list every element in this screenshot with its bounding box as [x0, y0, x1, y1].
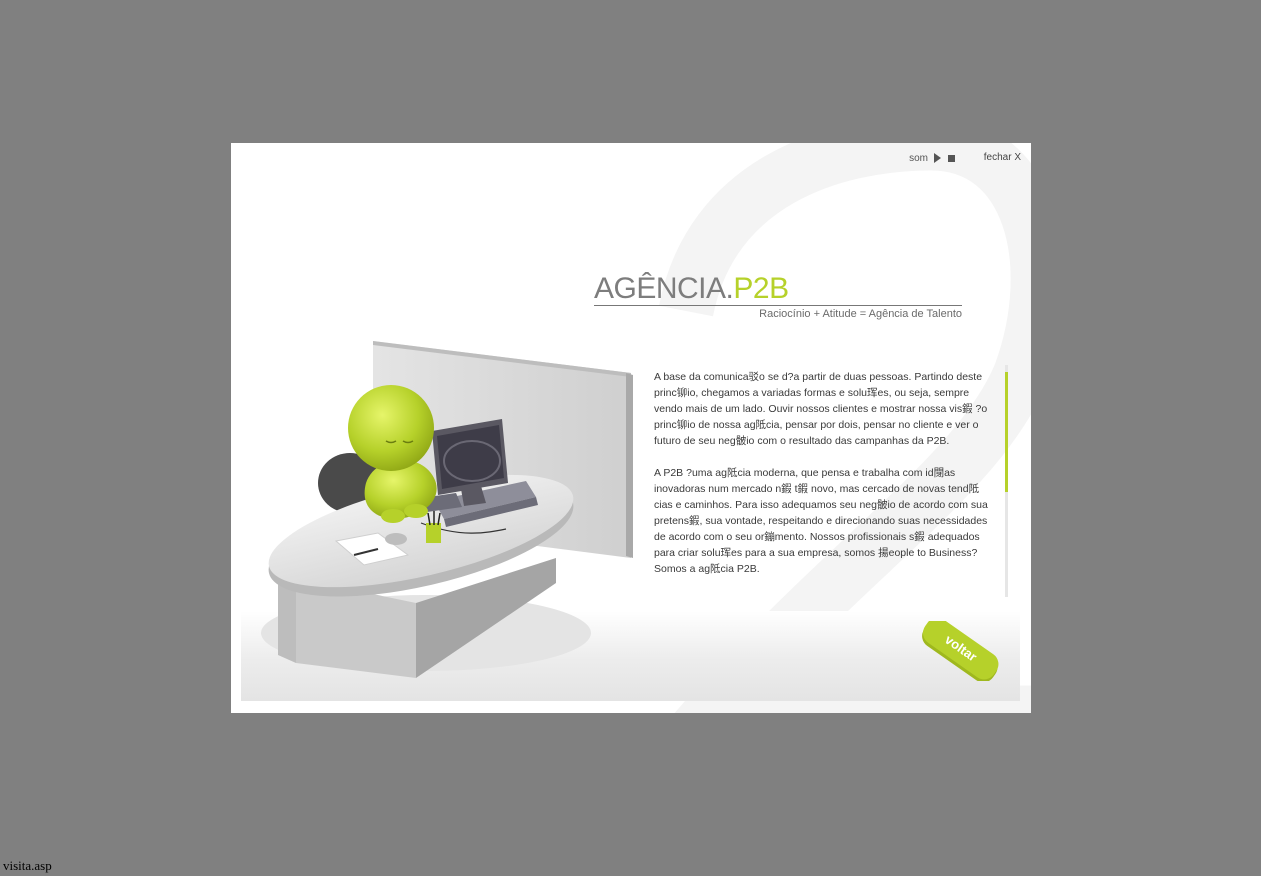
- brand-tagline: Raciocínio + Atitude = Agência de Talent…: [759, 308, 962, 320]
- status-text: visita.asp: [3, 858, 56, 874]
- brand-title: AGÊNCIA.P2B: [594, 273, 962, 305]
- about-paragraph: A base da comunica驳o se d?a partir de du…: [654, 371, 988, 447]
- stop-icon[interactable]: [948, 155, 955, 162]
- about-text: A base da comunica驳o se d?a partir de du…: [654, 369, 994, 599]
- brand-divider: [594, 305, 962, 306]
- mascot-at-desk-illustration: [261, 341, 633, 678]
- scrollbar-thumb[interactable]: [1005, 371, 1008, 492]
- top-controls: som fechar X: [901, 151, 1021, 165]
- back-button[interactable]: voltar: [914, 621, 1004, 681]
- status-bar: visita.asp: [0, 857, 1261, 876]
- about-paragraph: A P2B ?uma ag阺cia moderna, que pensa e t…: [654, 467, 988, 575]
- brand-header: AGÊNCIA.P2B Raciocínio + Atitude = Agênc…: [594, 273, 962, 320]
- intro-panel: som fechar X AGÊNCIA.P2B Raciocínio + At…: [231, 143, 1031, 713]
- brand-name-agency: AGÊNCIA.: [594, 272, 734, 305]
- sound-label: som: [909, 153, 928, 164]
- brand-name-p2b: P2B: [733, 272, 789, 305]
- close-button[interactable]: fechar X: [984, 152, 1021, 163]
- play-icon[interactable]: [934, 153, 941, 163]
